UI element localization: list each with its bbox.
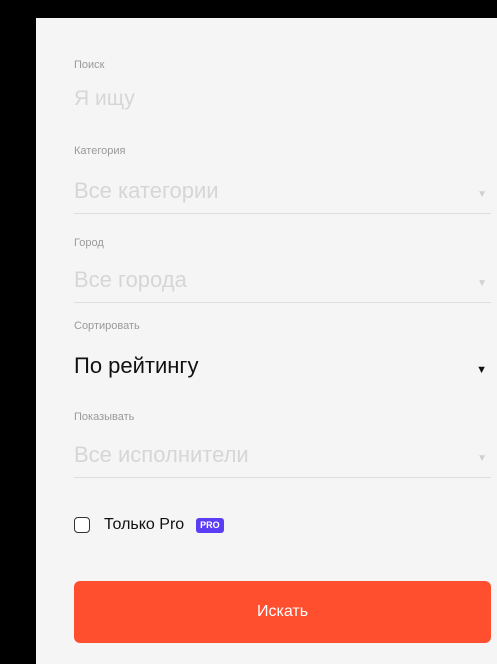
category-label: Категория bbox=[74, 145, 126, 157]
city-value: Все города bbox=[74, 267, 187, 292]
search-button[interactable]: Искать bbox=[74, 581, 491, 643]
search-input-wrap bbox=[74, 85, 434, 111]
search-input[interactable] bbox=[74, 87, 434, 111]
chevron-down-icon: ▼ bbox=[476, 364, 487, 376]
pro-only-option[interactable]: Только Pro PRO bbox=[74, 515, 224, 535]
search-filter-panel: Поиск Категория Все категории ▼ Город Вс… bbox=[36, 18, 497, 664]
pro-only-label: Только Pro bbox=[104, 516, 185, 533]
show-value: Все исполнители bbox=[74, 442, 249, 467]
city-divider bbox=[74, 302, 491, 303]
show-label: Показывать bbox=[74, 411, 135, 423]
search-label: Поиск bbox=[74, 59, 105, 71]
sort-label: Сортировать bbox=[74, 320, 140, 332]
chevron-down-icon: ▼ bbox=[477, 189, 487, 200]
city-label: Город bbox=[74, 237, 104, 249]
sort-value: По рейтингу bbox=[74, 353, 199, 378]
category-value: Все категории bbox=[74, 178, 219, 203]
show-divider bbox=[74, 477, 491, 478]
category-divider bbox=[74, 213, 491, 214]
chevron-down-icon: ▼ bbox=[477, 453, 487, 464]
chevron-down-icon: ▼ bbox=[477, 278, 487, 289]
pro-badge: PRO bbox=[196, 517, 224, 533]
pro-only-checkbox[interactable] bbox=[74, 517, 90, 533]
